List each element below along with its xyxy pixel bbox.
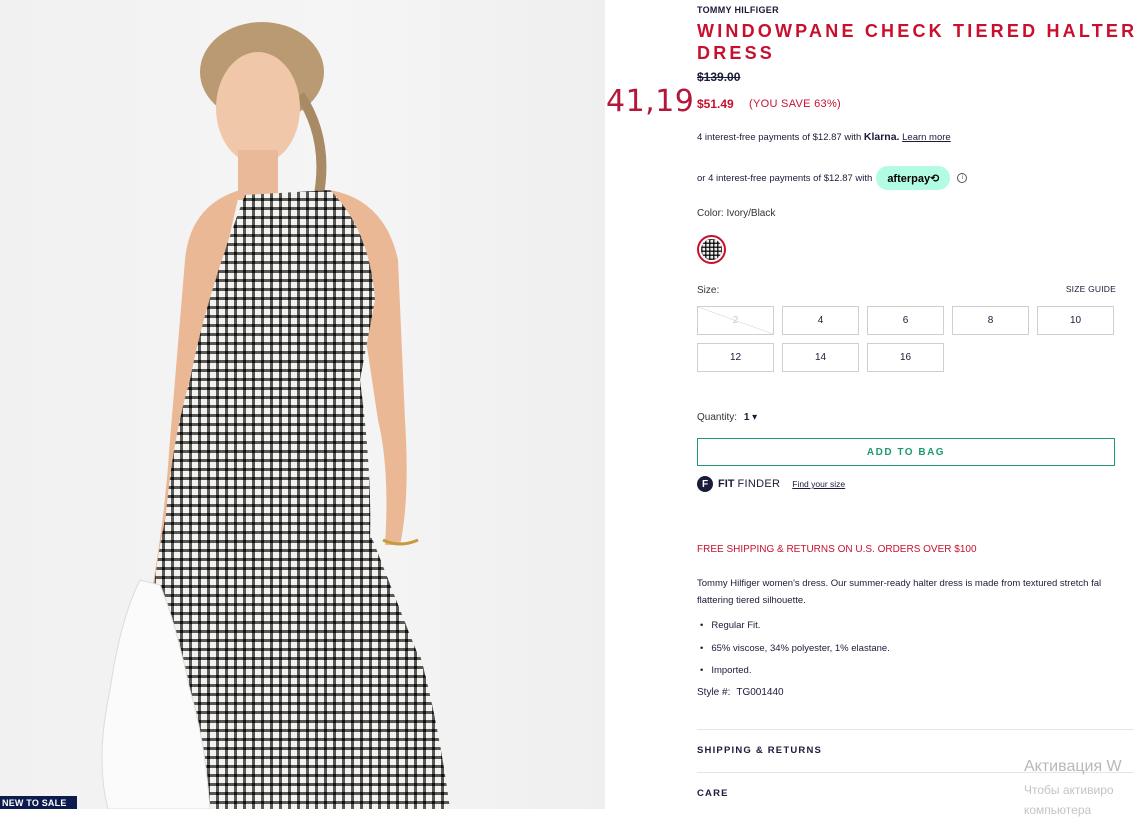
add-to-bag-button[interactable]: ADD TO BAG: [697, 438, 1115, 466]
klarna-text: 4 interest-free payments of $12.87 with: [697, 132, 862, 143]
size-option-16[interactable]: 16: [867, 343, 944, 372]
model-illustration: [101, 22, 450, 809]
detail-item: Regular Fit.: [697, 618, 890, 641]
klarna-row: 4 interest-free payments of $12.87 with …: [697, 131, 951, 143]
style-value: TG001440: [736, 687, 784, 698]
product-image[interactable]: NEW TO SALE: [0, 0, 605, 809]
afterpay-badge[interactable]: afterpay⟲: [876, 166, 951, 190]
afterpay-row: or 4 interest-free payments of $12.87 wi…: [697, 166, 968, 190]
quantity-select[interactable]: 1 ▾: [744, 412, 757, 423]
brand-name[interactable]: TOMMY HILFIGER: [697, 5, 779, 15]
windows-activation-subtext-2: компьютера: [1024, 803, 1092, 817]
size-option-14[interactable]: 14: [782, 343, 859, 372]
product-title: WINDOWPANE CHECK TIERED HALTER DRESS: [697, 21, 1134, 63]
product-details-list: Regular Fit. 65% viscose, 34% polyester,…: [697, 618, 890, 686]
size-option-10[interactable]: 10: [1037, 306, 1114, 335]
detail-item: 65% viscose, 34% polyester, 1% elastane.: [697, 641, 890, 664]
fit-finder-finder: FINDER: [737, 478, 781, 490]
overlay-price: 41,19: [606, 84, 695, 119]
afterpay-text: or 4 interest-free payments of $12.87 wi…: [697, 172, 873, 184]
fit-finder-fit: FIT: [718, 478, 735, 490]
size-option-6[interactable]: 6: [867, 306, 944, 335]
color-label: Color: Ivory/Black: [697, 208, 776, 219]
fit-finder-icon: F: [697, 476, 713, 492]
shipping-returns-accordion[interactable]: SHIPPING & RETURNS: [697, 745, 822, 756]
original-price: $139.00: [697, 70, 741, 84]
quantity-label: Quantity:: [697, 412, 738, 423]
size-option-8[interactable]: 8: [952, 306, 1029, 335]
sale-price: $51.49: [697, 97, 734, 111]
size-option-4[interactable]: 4: [782, 306, 859, 335]
windows-activation-watermark: Активация W: [1024, 758, 1122, 775]
swatch-pattern: [701, 239, 722, 260]
fit-finder: F FIT FINDER Find your size: [697, 476, 845, 492]
find-your-size-link[interactable]: Find your size: [792, 479, 845, 489]
size-option-2[interactable]: 2: [697, 306, 774, 335]
quantity-row: Quantity: 1 ▾: [697, 412, 757, 423]
product-description: Tommy Hilfiger women's dress. Our summer…: [697, 575, 1134, 609]
style-number: Style #: TG001440: [697, 687, 784, 698]
description-line-1: Tommy Hilfiger women's dress. Our summer…: [697, 578, 1102, 589]
new-to-sale-badge: NEW TO SALE: [0, 796, 77, 809]
windows-activation-subtext: Чтобы активиро: [1024, 783, 1114, 797]
shipping-promo: FREE SHIPPING & RETURNS ON U.S. ORDERS O…: [697, 544, 977, 555]
klarna-learn-more-link[interactable]: Learn more: [902, 132, 951, 143]
description-line-2: flattering tiered silhouette.: [697, 595, 806, 606]
care-accordion[interactable]: CARE: [697, 788, 729, 799]
size-label: Size:: [697, 285, 720, 296]
you-save-text: (YOU SAVE 63%): [749, 98, 842, 110]
klarna-logo: Klarna.: [863, 131, 900, 143]
style-label: Style #:: [697, 687, 731, 698]
info-icon[interactable]: i: [957, 173, 968, 183]
size-grid: 2 4 6 8 10 12 14 16: [697, 306, 1114, 372]
color-swatch-ivory-black[interactable]: [697, 235, 726, 264]
size-option-12[interactable]: 12: [697, 343, 774, 372]
detail-item: Imported.: [697, 663, 890, 686]
divider: [697, 729, 1134, 730]
size-guide-link[interactable]: SIZE GUIDE: [1066, 284, 1116, 294]
